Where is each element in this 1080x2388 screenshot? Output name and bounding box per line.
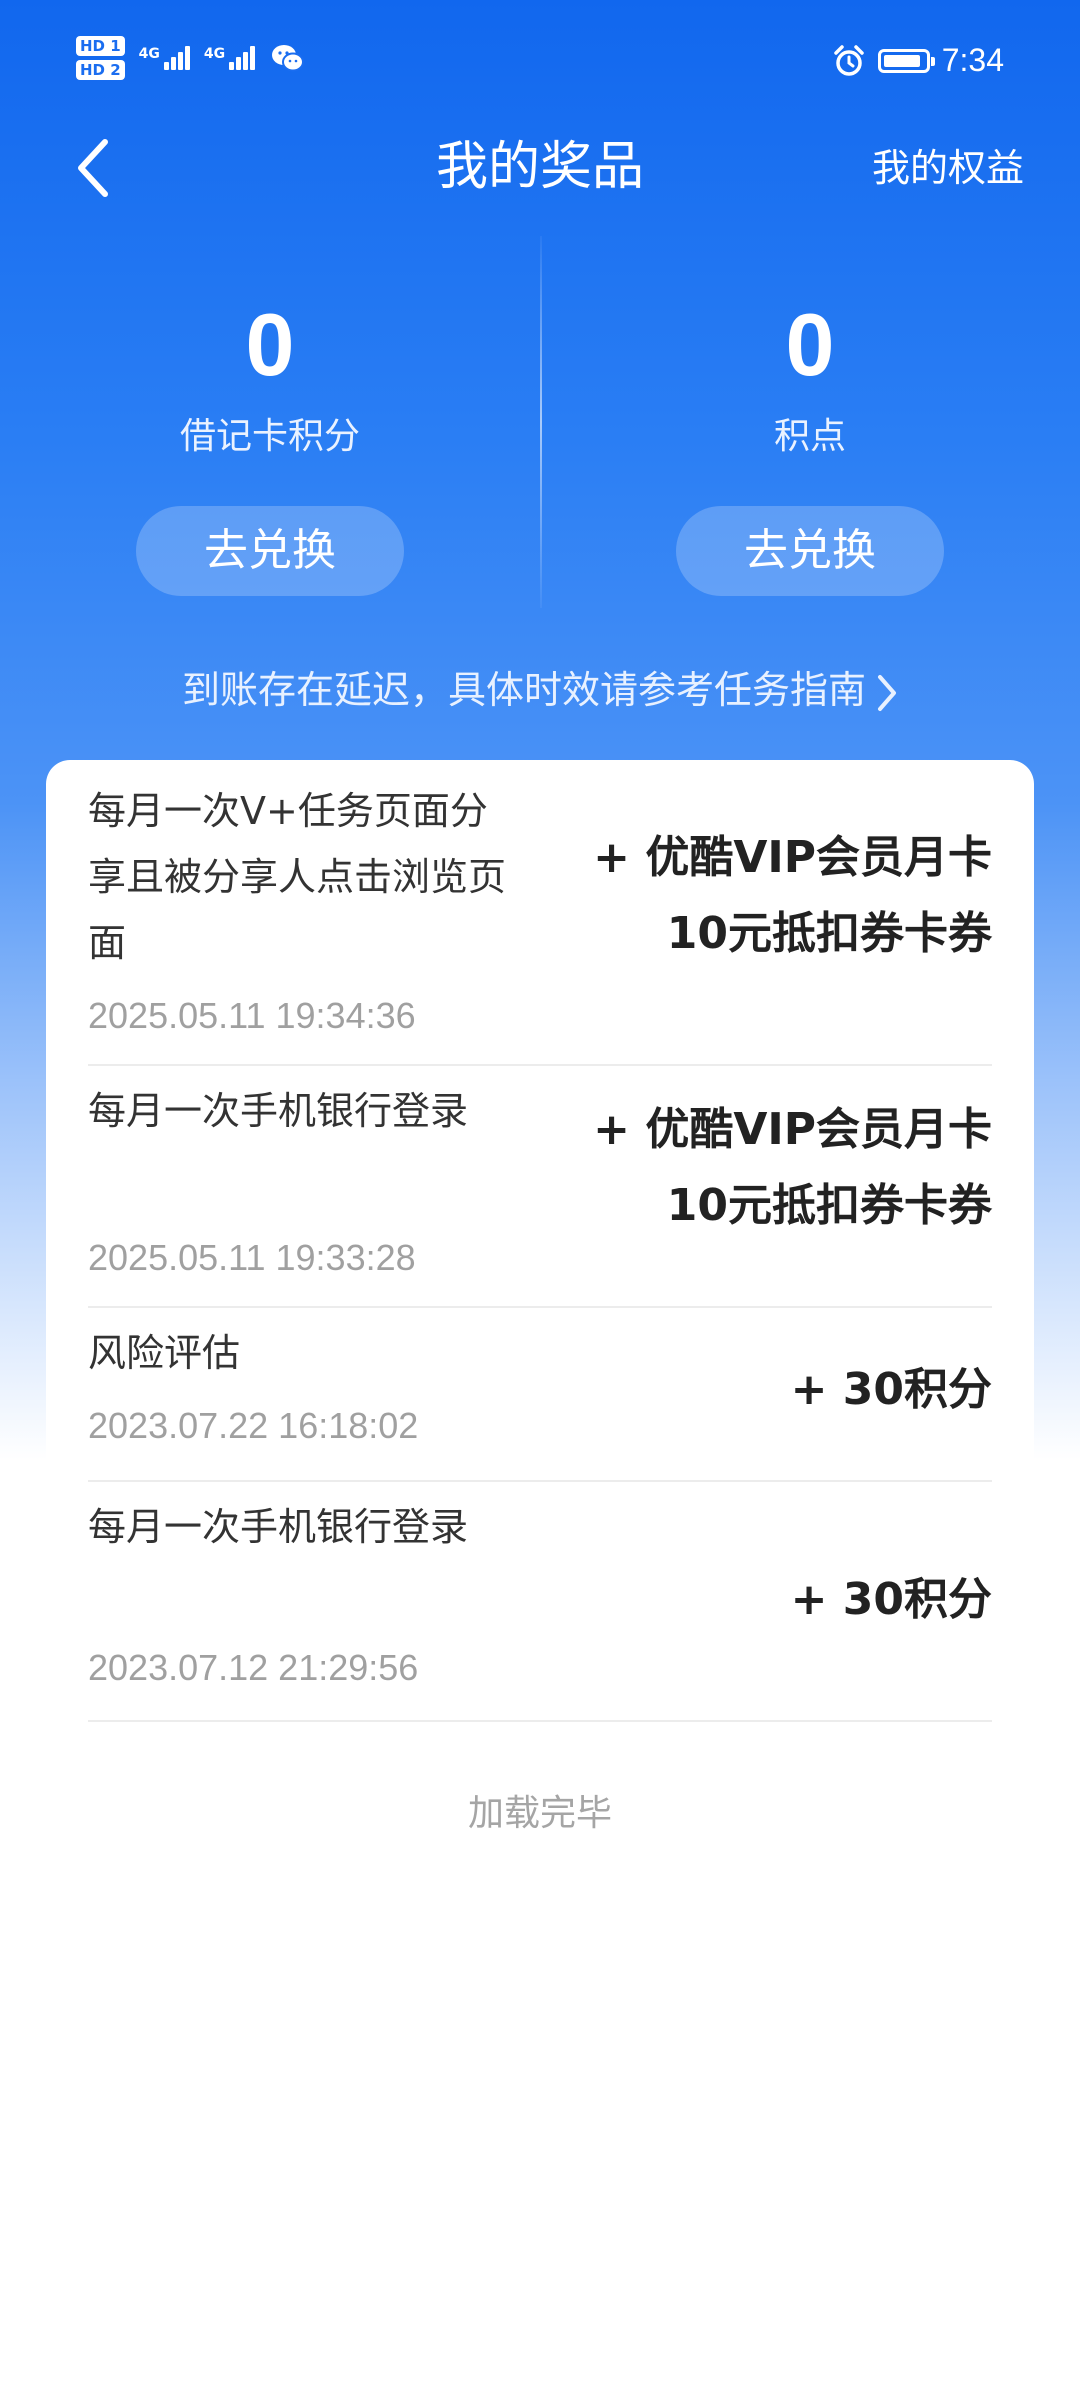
alarm-icon — [833, 44, 864, 76]
jidian-exchange-button[interactable]: 去兑换 — [676, 506, 944, 596]
record-item[interactable]: 每月一次V+任务页面分享且被分享人点击浏览页面 2025.05.11 19:34… — [88, 778, 992, 1066]
notice-text: 到账存在延迟，具体时效请参考任务指南 — [181, 668, 866, 712]
record-reward: + 优酷VIP会员月卡 10元抵扣券卡券 — [532, 1092, 992, 1244]
network-type-2: 4G — [203, 46, 226, 62]
my-benefits-link[interactable]: 我的权益 — [872, 140, 1024, 196]
debit-points-label: 借记卡积分 — [179, 416, 360, 457]
prize-records-card: 每月一次V+任务页面分享且被分享人点击浏览页面 2025.05.11 19:34… — [46, 760, 1034, 2340]
record-item[interactable]: 风险评估 2023.07.22 16:18:02 + 30积分 — [88, 1308, 992, 1482]
signal-icon: 4G — [139, 46, 190, 70]
status-right: 7:34 — [832, 42, 1004, 79]
hd2-badge: HD 2 — [76, 60, 125, 80]
record-time: 2023.07.12 21:29:56 — [88, 1647, 419, 1688]
reward-line-1: + 优酷VIP会员月卡 — [593, 1104, 992, 1155]
record-title: 风险评估 — [88, 1331, 241, 1375]
debit-points-panel: 0 借记卡积分 去兑换 — [0, 290, 540, 596]
record-reward: + 优酷VIP会员月卡 10元抵扣券卡券 — [532, 820, 992, 972]
record-item[interactable]: 每月一次手机银行登录 2023.07.12 21:29:56 + 30积分 — [88, 1482, 992, 1722]
reward-line-1: + 30积分 — [790, 1364, 992, 1415]
record-time: 2025.05.11 19:33:28 — [88, 1237, 416, 1278]
status-bar: HD 1 HD 2 4G 4G 7:34 — [0, 0, 1080, 130]
battery-icon — [877, 48, 935, 73]
network-type: 4G — [138, 46, 160, 62]
task-guide-link[interactable]: 到账存在延迟，具体时效请参考任务指南 — [0, 660, 1080, 720]
jidian-points-value: 0 — [785, 295, 835, 394]
clock-time: 7:34 — [941, 42, 1004, 78]
record-title: 每月一次手机银行登录 — [88, 1089, 469, 1133]
record-reward: + 30积分 — [532, 1352, 992, 1428]
record-reward: + 30积分 — [532, 1562, 992, 1638]
debit-points-value: 0 — [245, 295, 295, 394]
wechat-icon — [272, 45, 305, 72]
reward-line-2: 10元抵扣券卡券 — [666, 908, 992, 959]
reward-line-1: + 30积分 — [790, 1574, 992, 1625]
record-title: 每月一次手机银行登录 — [88, 1505, 469, 1549]
reward-line-2: 10元抵扣券卡券 — [666, 1180, 992, 1231]
chevron-right-icon — [878, 674, 896, 711]
signal-icon-2: 4G — [203, 46, 256, 70]
record-time: 2023.07.22 16:18:02 — [88, 1405, 419, 1446]
record-time: 2025.05.11 19:34:36 — [88, 995, 416, 1036]
jidian-points-label: 积点 — [773, 416, 846, 457]
record-item[interactable]: 每月一次手机银行登录 2025.05.11 19:33:28 + 优酷VIP会员… — [88, 1066, 992, 1308]
status-left: HD 1 HD 2 4G 4G — [76, 36, 305, 80]
record-title: 每月一次V+任务页面分享且被分享人点击浏览页面 — [88, 789, 507, 965]
load-complete-text: 加载完毕 — [467, 1793, 612, 1834]
jidian-points-panel: 0 积点 去兑换 — [540, 290, 1080, 596]
reward-line-1: + 优酷VIP会员月卡 — [593, 832, 992, 883]
debit-exchange-button[interactable]: 去兑换 — [136, 506, 404, 596]
hd1-badge: HD 1 — [76, 36, 125, 56]
hd-indicators: HD 1 HD 2 — [76, 36, 125, 80]
